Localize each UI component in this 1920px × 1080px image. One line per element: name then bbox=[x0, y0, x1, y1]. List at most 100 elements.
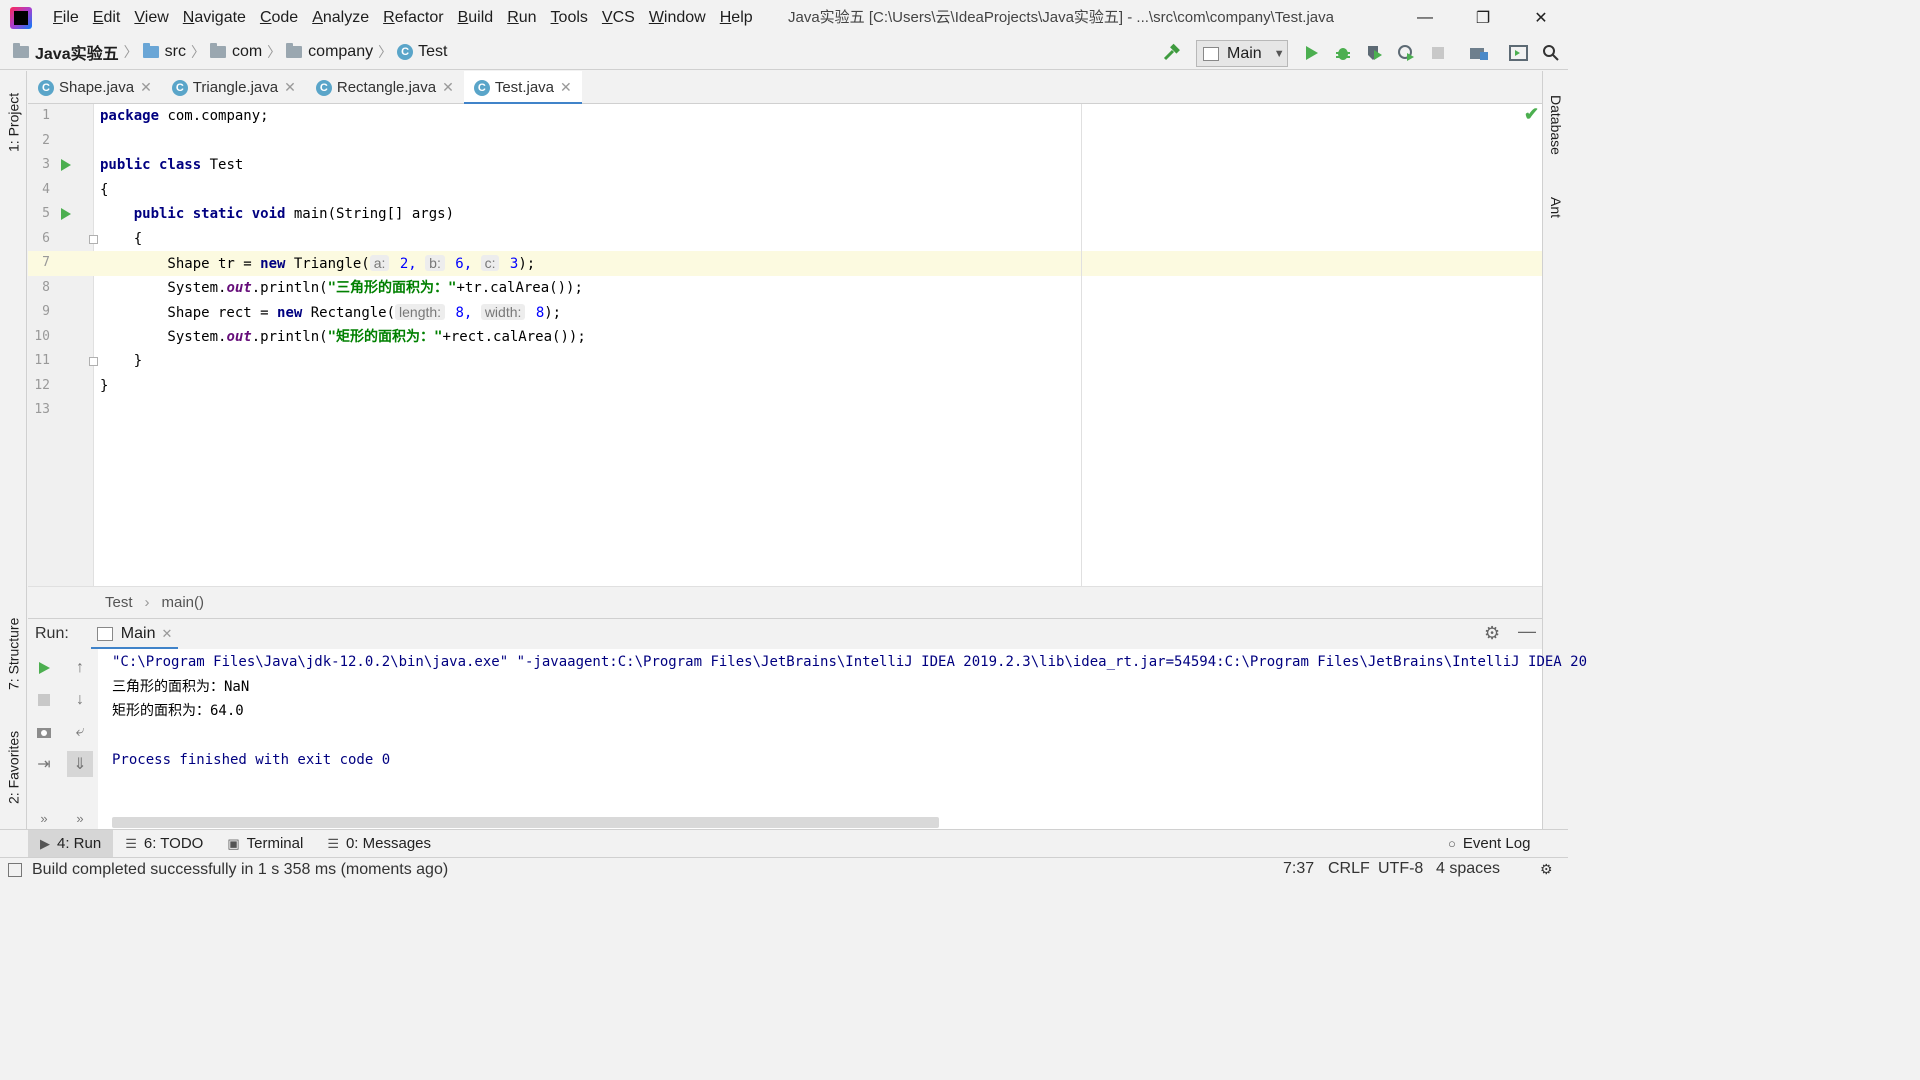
close-window-button[interactable]: ✕ bbox=[1512, 0, 1570, 35]
crumb-company[interactable]: company bbox=[283, 43, 376, 61]
menu-edit[interactable]: Edit bbox=[86, 0, 128, 35]
arrow-up-icon[interactable]: ↑ bbox=[67, 655, 93, 681]
close-tab-icon[interactable]: ✕ bbox=[442, 79, 454, 96]
line-number: 3 bbox=[42, 157, 50, 172]
restore-button[interactable]: ❐ bbox=[1454, 0, 1512, 35]
menu-navigate[interactable]: Navigate bbox=[176, 0, 253, 35]
menu-tools[interactable]: Tools bbox=[544, 0, 595, 35]
crumb-com[interactable]: com bbox=[207, 43, 265, 61]
caret-position[interactable]: 7:37 bbox=[1283, 857, 1314, 881]
inspection-ok-icon: ✔ bbox=[1524, 104, 1540, 124]
editor-tabs: C Shape.java ✕ C Triangle.java ✕ C Recta… bbox=[28, 71, 1542, 105]
event-log-tool-tab[interactable]: ○ Event Log bbox=[1436, 830, 1542, 858]
more-actions-icon[interactable]: » bbox=[31, 805, 57, 831]
more-actions-icon[interactable]: » bbox=[67, 805, 93, 831]
terminal-icon: ▣ bbox=[227, 835, 240, 851]
menu-window[interactable]: Window bbox=[642, 0, 713, 35]
stop-icon[interactable] bbox=[31, 687, 57, 713]
project-structure-icon[interactable] bbox=[1467, 41, 1491, 65]
close-tab-icon[interactable]: ✕ bbox=[140, 79, 152, 96]
menu-file[interactable]: File bbox=[46, 0, 86, 35]
fold-marker-icon[interactable] bbox=[89, 357, 98, 366]
close-tab-icon[interactable]: ✕ bbox=[284, 79, 296, 96]
close-tab-icon[interactable]: ✕ bbox=[161, 626, 172, 642]
camera-icon[interactable] bbox=[31, 719, 57, 745]
menu-analyze[interactable]: Analyze bbox=[305, 0, 376, 35]
crumb-separator: 〉 bbox=[123, 44, 138, 60]
menu-build[interactable]: Build bbox=[451, 0, 501, 35]
window-title: Java实验五 [C:\Users\云\IdeaProjects\Java实验五… bbox=[788, 9, 1334, 26]
panel-toggle-icon[interactable] bbox=[8, 862, 22, 877]
run-main-gutter-icon[interactable] bbox=[61, 202, 73, 227]
code-line-1: package com.company; bbox=[100, 108, 269, 124]
indent-setting[interactable]: 4 spaces bbox=[1436, 857, 1500, 881]
project-tool-tab[interactable]: 1: Project bbox=[0, 77, 27, 167]
line-separator[interactable]: CRLF bbox=[1328, 857, 1370, 881]
close-tab-icon[interactable]: ✕ bbox=[560, 79, 572, 96]
breadcrumb-class[interactable]: Test bbox=[105, 594, 133, 611]
run-configuration-dropdown[interactable]: Main ▼ bbox=[1196, 40, 1288, 67]
line-number: 6 bbox=[42, 230, 50, 246]
stop-icon[interactable] bbox=[1426, 41, 1450, 65]
search-icon[interactable] bbox=[1539, 41, 1563, 65]
tab-test-java[interactable]: C Test.java ✕ bbox=[463, 71, 582, 105]
todo-tool-tab[interactable]: ☰ 6: TODO bbox=[113, 830, 215, 858]
console-output[interactable] bbox=[98, 649, 1542, 829]
tab-triangle-java[interactable]: C Triangle.java ✕ bbox=[162, 71, 306, 104]
menu-view[interactable]: View bbox=[127, 0, 175, 35]
structure-tool-tab[interactable]: 7: Structure bbox=[0, 599, 27, 709]
run-button[interactable] bbox=[1299, 41, 1323, 65]
line-number: 10 bbox=[34, 328, 50, 344]
chevron-down-icon: ▼ bbox=[1273, 47, 1285, 60]
menu-help[interactable]: Help bbox=[713, 0, 760, 35]
tab-rectangle-java[interactable]: C Rectangle.java ✕ bbox=[306, 71, 464, 104]
param-hint: length: bbox=[395, 304, 446, 320]
file-encoding[interactable]: UTF-8 bbox=[1378, 857, 1423, 881]
application-icon bbox=[1203, 46, 1219, 61]
settings-gear-icon[interactable]: ⚙ bbox=[1484, 623, 1500, 644]
horizontal-scrollbar[interactable] bbox=[112, 817, 939, 828]
favorites-tool-tab[interactable]: 2: Favorites bbox=[0, 717, 27, 817]
crumb-test[interactable]: C Test bbox=[394, 43, 450, 61]
arrow-down-icon[interactable]: ↓ bbox=[67, 687, 93, 713]
code-line-4: { bbox=[100, 181, 109, 198]
list-icon: ☰ bbox=[125, 835, 137, 851]
line-number: 9 bbox=[42, 304, 50, 319]
terminal-window-icon[interactable] bbox=[1507, 41, 1531, 65]
profile-icon[interactable] bbox=[1394, 41, 1418, 65]
line-number: 12 bbox=[34, 377, 50, 393]
soft-wrap-icon[interactable]: ⤶ bbox=[67, 719, 93, 745]
menu-refactor[interactable]: Refactor bbox=[376, 0, 450, 35]
menu-code[interactable]: Code bbox=[253, 0, 305, 35]
fold-marker-icon[interactable] bbox=[89, 235, 98, 244]
crumb-project[interactable]: Java实验五 bbox=[10, 40, 122, 64]
ant-tool-tab[interactable]: Ant bbox=[1543, 183, 1569, 233]
line-number: 13 bbox=[34, 402, 50, 417]
minimize-panel-icon[interactable]: — bbox=[1518, 621, 1536, 642]
rerun-icon[interactable] bbox=[31, 655, 57, 681]
class-icon: C bbox=[397, 44, 414, 60]
status-message[interactable]: Build completed successfully in 1 s 358 … bbox=[32, 861, 448, 879]
breadcrumb-method[interactable]: main() bbox=[162, 594, 205, 611]
scroll-to-end-icon[interactable]: ⇓ bbox=[67, 751, 93, 777]
crumb-separator: 〉 bbox=[190, 44, 205, 60]
line-number: 2 bbox=[42, 132, 50, 148]
terminal-tool-tab[interactable]: ▣ Terminal bbox=[215, 830, 315, 858]
restore-layout-icon[interactable]: ⇥ bbox=[31, 751, 57, 777]
menu-vcs[interactable]: VCS bbox=[595, 0, 642, 35]
messages-tool-tab[interactable]: ☰ 0: Messages bbox=[315, 830, 443, 858]
build-hammer-icon[interactable] bbox=[1160, 41, 1184, 65]
crumb-src[interactable]: src bbox=[140, 43, 189, 61]
tab-shape-java[interactable]: C Shape.java ✕ bbox=[28, 71, 162, 104]
param-hint: c: bbox=[480, 255, 500, 271]
debug-bug-icon[interactable] bbox=[1331, 41, 1355, 65]
run-tab-main[interactable]: Main ✕ bbox=[90, 619, 179, 650]
coverage-icon[interactable] bbox=[1362, 41, 1386, 65]
database-tool-tab[interactable]: Database bbox=[1543, 83, 1569, 167]
menu-run[interactable]: Run bbox=[500, 0, 543, 35]
application-icon bbox=[96, 627, 113, 641]
minimize-button[interactable]: — bbox=[1396, 0, 1454, 35]
memory-indicator-icon[interactable]: ⚙ bbox=[1540, 857, 1553, 881]
run-class-gutter-icon[interactable] bbox=[61, 153, 73, 178]
run-tool-tab[interactable]: ▶ 4: Run bbox=[28, 829, 114, 858]
